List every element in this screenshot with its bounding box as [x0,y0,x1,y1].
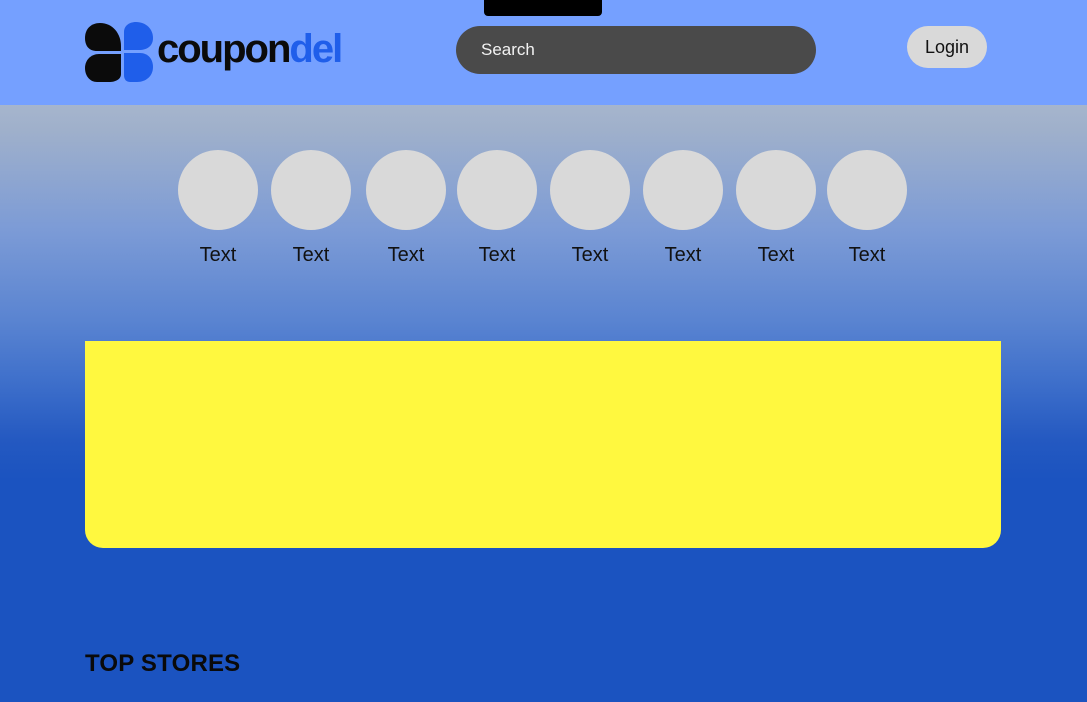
top-stores-heading: TOP STORES [85,650,241,677]
category-item[interactable]: Text [642,150,724,267]
clover-logo-icon [85,22,153,82]
brand-wordmark: coupondel [157,27,343,71]
category-item[interactable]: Text [365,150,447,267]
category-item[interactable]: Text [456,150,538,267]
category-image [643,150,723,230]
category-image [178,150,258,230]
category-image [366,150,446,230]
category-item[interactable]: Text [735,150,817,267]
category-label: Text [848,244,886,266]
category-image [271,150,351,230]
category-image [550,150,630,230]
category-label: Text [757,244,795,266]
search-input[interactable] [456,26,816,74]
category-label: Text [292,244,330,266]
brand-name-part1: coupon [157,27,291,71]
category-image [827,150,907,230]
brand-logo[interactable]: coupondel [85,22,343,82]
category-item[interactable]: Text [549,150,631,267]
category-item[interactable]: Text [270,150,352,267]
category-strip: Text Text Text Text Text Text Text Text [0,150,1087,280]
category-image [457,150,537,230]
category-label: Text [478,244,516,266]
category-image [736,150,816,230]
camera-notch [484,0,602,16]
category-label: Text [387,244,425,266]
category-item[interactable]: Text [826,150,908,267]
category-label: Text [199,244,237,266]
category-label: Text [664,244,702,266]
brand-name-part2: del [289,27,343,71]
top-header: coupondel Login [0,0,1087,105]
category-label: Text [571,244,609,266]
login-button[interactable]: Login [907,26,987,68]
category-item[interactable]: Text [177,150,259,267]
promo-banner[interactable] [85,341,1001,548]
